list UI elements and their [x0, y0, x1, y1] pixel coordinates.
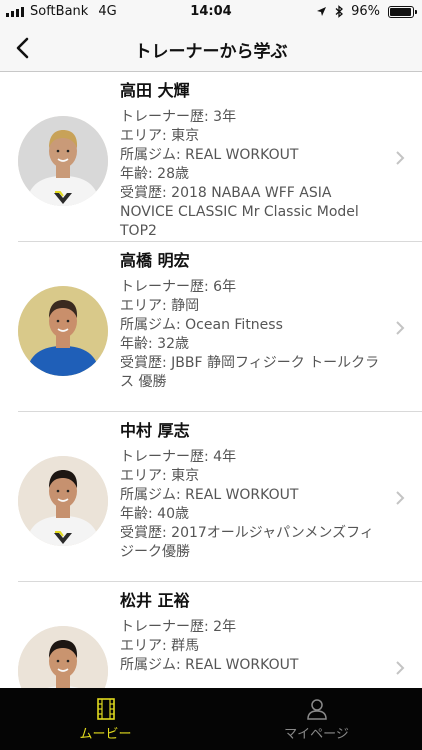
trainer-award: 受賞歴: JBBF 静岡フィジーク トールクラス 優勝: [120, 355, 380, 390]
trainer-award: 受賞歴: 2018 NABAA WFF ASIA NOVICE CLASSIC …: [120, 185, 359, 239]
trainer-avatar: [18, 456, 108, 546]
tab-mypage-label: マイページ: [284, 727, 349, 742]
trainer-age: 年齢: 32歳: [120, 336, 189, 352]
chevron-right-icon: [396, 321, 405, 335]
trainer-gym: 所属ジム: Ocean Fitness: [120, 317, 283, 333]
trainer-gym: 所属ジム: REAL WORKOUT: [120, 487, 299, 503]
page-title: トレーナーから学ぶ: [134, 42, 288, 62]
trainer-list[interactable]: 高田 大輝 トレーナー歴: 3年 エリア: 東京 所属ジム: REAL WORK…: [0, 72, 422, 688]
chevron-right-icon: [396, 491, 405, 505]
trainer-name: 高田 大輝: [120, 81, 190, 100]
trainer-avatar: [18, 626, 108, 688]
trainer-gym: 所属ジム: REAL WORKOUT: [120, 147, 299, 163]
trainer-avatar: [18, 116, 108, 206]
trainer-row[interactable]: 高橋 明宏 トレーナー歴: 6年 エリア: 静岡 所属ジム: Ocean Fit…: [18, 242, 422, 412]
trainer-age: 年齢: 28歳: [120, 166, 189, 182]
bluetooth-icon: [335, 5, 344, 18]
trainer-row[interactable]: 松井 正裕 トレーナー歴: 2年 エリア: 群馬 所属ジム: REAL WORK…: [18, 582, 422, 688]
chevron-right-icon: [396, 661, 405, 675]
trainer-award: 受賞歴: 2017オールジャパンメンズフィジーク優勝: [120, 525, 374, 560]
trainer-name: 松井 正裕: [120, 591, 190, 610]
trainer-name: 中村 厚志: [120, 421, 190, 440]
location-icon: [317, 7, 327, 16]
trainer-row[interactable]: 中村 厚志 トレーナー歴: 4年 エリア: 東京 所属ジム: REAL WORK…: [18, 412, 422, 582]
battery-fill: [390, 7, 412, 16]
trainer-career: トレーナー歴: 3年: [120, 109, 237, 125]
status-right: 96%: [316, 4, 417, 19]
navigation-bar: トレーナーから学ぶ: [0, 24, 422, 72]
chevron-right-icon: [396, 151, 405, 165]
tab-movie[interactable]: ムービー: [0, 688, 211, 750]
film-icon: [96, 698, 115, 720]
trainer-area: エリア: 群馬: [120, 638, 200, 654]
trainer-career: トレーナー歴: 6年: [120, 279, 237, 295]
trainer-career: トレーナー歴: 2年: [120, 619, 237, 635]
trainer-career: トレーナー歴: 4年: [120, 449, 237, 465]
battery-icon: [388, 5, 417, 18]
trainer-age: 年齢: 40歳: [120, 506, 189, 522]
trainer-name: 高橋 明宏: [120, 251, 190, 270]
person-icon: [306, 699, 327, 720]
trainer-area: エリア: 東京: [120, 128, 200, 144]
trainer-area: エリア: 東京: [120, 468, 200, 484]
trainer-gym: 所属ジム: REAL WORKOUT: [120, 657, 299, 673]
tab-mypage[interactable]: マイページ: [211, 688, 422, 750]
tab-bar: ムービー マイページ: [0, 688, 422, 750]
trainer-area: エリア: 静岡: [120, 298, 200, 314]
status-bar: SoftBank 4G 14:04 96%: [0, 0, 422, 24]
trainer-row[interactable]: 高田 大輝 トレーナー歴: 3年 エリア: 東京 所属ジム: REAL WORK…: [18, 72, 422, 242]
trainer-avatar: [18, 286, 108, 376]
tab-movie-label: ムービー: [79, 727, 132, 742]
battery-percent: 96%: [351, 4, 380, 19]
